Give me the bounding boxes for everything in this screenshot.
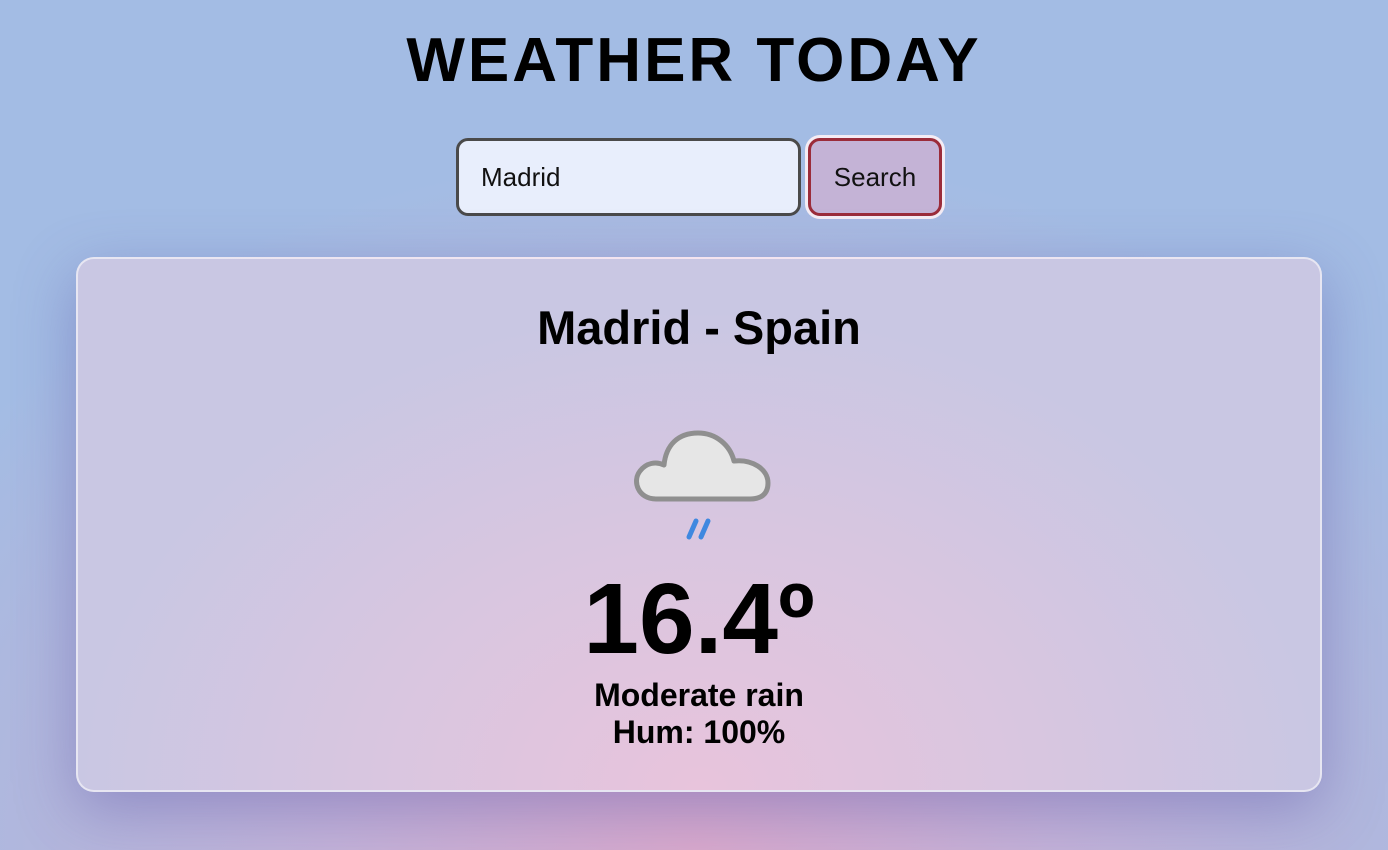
city-search-input[interactable] — [456, 138, 801, 216]
page-title: WEATHER TODAY — [406, 26, 982, 95]
humidity-label: Hum: — [612, 714, 695, 750]
search-form: Search — [456, 137, 946, 217]
temperature-reading: 16.4º — [583, 563, 815, 675]
rain-cloud-icon — [634, 430, 771, 540]
search-button[interactable]: Search — [808, 138, 942, 216]
location-title: Madrid - Spain — [537, 301, 861, 354]
weather-condition: Moderate rain — [594, 677, 804, 713]
humidity-reading: Hum: 100% — [78, 714, 1320, 750]
weather-card: Madrid - Spain 16.4º Moderate rain Hum: … — [76, 257, 1322, 792]
humidity-value: 100% — [703, 714, 786, 750]
